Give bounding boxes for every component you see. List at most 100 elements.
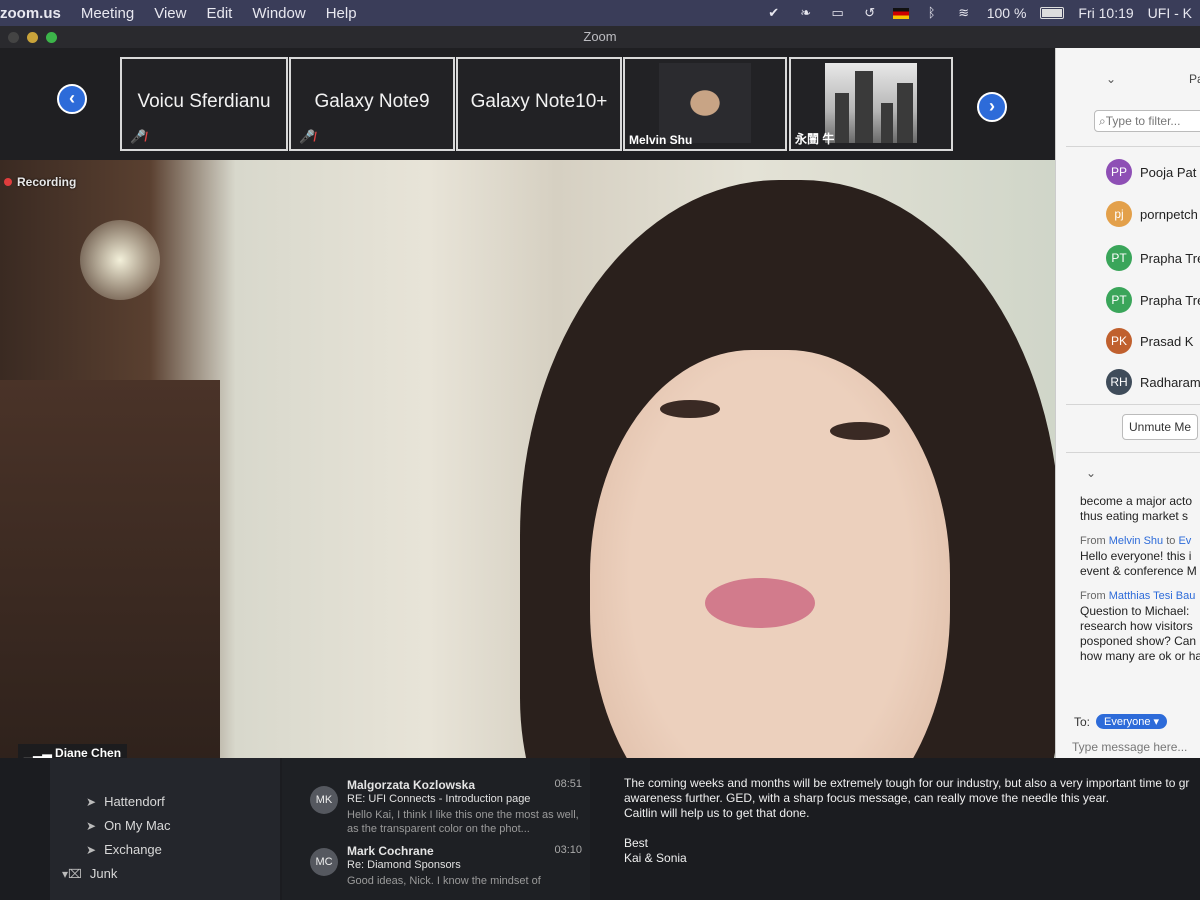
battery-percent: 100 % (986, 5, 1027, 21)
participant-name: 永闓 牛 (795, 132, 835, 146)
menu-view[interactable]: View (154, 5, 186, 22)
message-row[interactable]: MK Malgorzata Kozlowska 08:51 RE: UFI Co… (310, 776, 586, 836)
folder-icon: ➤ (86, 794, 97, 809)
folder-item[interactable]: ➤ On My Mac (86, 818, 171, 833)
folder-label: Exchange (104, 842, 162, 857)
menu-app-name[interactable]: zoom.us (0, 5, 61, 22)
time-machine-icon[interactable]: ↺ (861, 6, 879, 20)
avatar: PT (1106, 245, 1132, 271)
participant-filter-input[interactable]: ⌕Type to filter... (1094, 110, 1200, 132)
collapse-chat-icon[interactable]: ⌄ (1086, 466, 1096, 480)
message-body: The coming weeks and months will be extr… (624, 776, 1200, 866)
close-window-button[interactable] (8, 32, 19, 43)
participant-row[interactable]: PT Prapha Tre (1106, 286, 1200, 314)
menu-meeting[interactable]: Meeting (81, 5, 134, 22)
bluetooth-icon[interactable]: ᛒ (923, 6, 941, 20)
folder-item[interactable]: ➤ Hattendorf (86, 794, 165, 809)
chat-message-line: event & conference M (1080, 564, 1197, 578)
menubar-status-area: ✔ ❧ ▭ ↺ ᛒ ≋ 100 % Fri 10:19 UFI - K (765, 0, 1200, 26)
participant-video (659, 63, 751, 143)
message-time: 08:51 (554, 778, 582, 790)
speaker-lips (705, 578, 815, 628)
next-page-button[interactable]: › (977, 92, 1007, 122)
chat-message-line: research how visitors (1080, 619, 1193, 633)
participants-header: Pa (1189, 72, 1200, 86)
thumbnail-tile[interactable]: 永闓 牛 (789, 57, 953, 151)
participant-name: Prapha Tre (1140, 250, 1200, 266)
wifi-icon[interactable]: ≋ (955, 6, 973, 20)
mac-menubar: zoom.us Meeting View Edit Window Help ✔ … (0, 0, 1200, 26)
active-speaker-video[interactable] (0, 160, 1070, 758)
previous-page-button[interactable]: ‹ (57, 84, 87, 114)
speaker-eye (660, 400, 720, 418)
input-source-flag-icon[interactable] (892, 7, 909, 19)
body-line: The coming weeks and months will be extr… (624, 776, 1190, 790)
folder-item[interactable]: ▾⌧ Junk (62, 866, 117, 881)
folder-label: Junk (89, 866, 118, 881)
menu-edit[interactable]: Edit (206, 5, 232, 22)
chat-sender-line: From Matthias Tesi Bau (1080, 590, 1196, 602)
recording-dot-icon (4, 178, 12, 186)
chat-sender[interactable]: Matthias Tesi Bau (1109, 590, 1196, 602)
participant-row[interactable]: RH Radharama (1106, 368, 1200, 396)
chat-message-line: Question to Michael: (1080, 604, 1190, 618)
thumbnail-tile[interactable]: Voicu Sferdianu 🎤̸ (120, 57, 288, 151)
participant-name: Prasad K (1140, 333, 1194, 349)
menubar-user[interactable]: UFI - K (1148, 5, 1192, 21)
recipient-dropdown[interactable]: Everyone ▾ (1096, 714, 1168, 729)
menu-window[interactable]: Window (252, 5, 305, 22)
participant-name: Radharama (1140, 374, 1200, 390)
participant-row[interactable]: PK Prasad K (1106, 327, 1193, 355)
menubar-clock[interactable]: Fri 10:19 (1078, 5, 1133, 21)
message-subject: Re: Diamond Sponsors (347, 859, 461, 871)
participant-row[interactable]: PT Prapha Tre (1106, 244, 1200, 272)
mic-muted-icon: 🎤̸ (130, 129, 147, 144)
chat-messages: become a major acto thus eating market s… (1080, 494, 1200, 664)
message-row[interactable]: MC Mark Cochrane 03:10 Re: Diamond Spons… (310, 842, 586, 900)
chat-message-line: Hello everyone! this i (1080, 549, 1192, 563)
menu-help[interactable]: Help (326, 5, 357, 22)
checkmark-app-icon[interactable]: ✔ (765, 6, 783, 20)
zoom-screen: zoom.us Meeting View Edit Window Help ✔ … (0, 0, 1200, 900)
participant-name: Pooja Pat (1140, 164, 1197, 180)
participant-name: Melvin Shu (629, 133, 693, 147)
airplay-icon[interactable]: ▭ (829, 6, 847, 20)
thumbnail-tile[interactable]: Galaxy Note9 🎤̸ (289, 57, 455, 151)
participant-name: Galaxy Note9 (314, 91, 430, 112)
folder-label: On My Mac (104, 818, 171, 833)
folder-icon: ➤ (86, 818, 97, 833)
chat-message-line: thus eating market s (1080, 509, 1189, 523)
body-line (624, 821, 1200, 836)
folder-icon: ➤ (86, 842, 97, 857)
battery-icon[interactable] (1040, 7, 1065, 19)
participant-row[interactable]: pj pornpetch (1106, 200, 1198, 228)
message-preview: Hello Kai, I think I like this one the m… (347, 809, 579, 835)
folder-item[interactable]: ➤ Exchange (86, 842, 162, 857)
background-door (0, 380, 220, 758)
ceiling-light (80, 220, 160, 300)
zoom-window-button[interactable] (46, 32, 57, 43)
avatar: PK (1106, 328, 1132, 354)
avatar: RH (1106, 369, 1132, 395)
window-title: Zoom (583, 29, 617, 44)
thumbnail-tile[interactable]: Melvin Shu (623, 57, 787, 151)
body-line: Caitlin will help us to get that done. (624, 806, 810, 820)
avatar: pj (1106, 201, 1132, 227)
chat-recipient: Ev (1178, 535, 1192, 547)
speaker-eye (830, 422, 890, 440)
chat-sender[interactable]: Melvin Shu (1109, 535, 1163, 547)
minimize-window-button[interactable] (27, 32, 38, 43)
recording-label: Recording (17, 175, 77, 189)
avatar: PT (1106, 287, 1132, 313)
divider (1066, 452, 1200, 453)
evernote-icon[interactable]: ❧ (797, 6, 815, 20)
chat-message-input[interactable]: Type message here... (1072, 740, 1187, 754)
unmute-me-button[interactable]: Unmute Me (1122, 414, 1198, 440)
avatar: PP (1106, 159, 1132, 185)
recording-indicator[interactable]: Recording (4, 175, 76, 189)
thumbnail-tile[interactable]: Galaxy Note10+ (456, 57, 622, 151)
body-line: Kai & Sonia (624, 851, 687, 865)
collapse-participants-icon[interactable]: ⌄ (1106, 72, 1116, 86)
divider (1066, 146, 1200, 147)
participant-row[interactable]: PP Pooja Pat (1106, 158, 1196, 186)
